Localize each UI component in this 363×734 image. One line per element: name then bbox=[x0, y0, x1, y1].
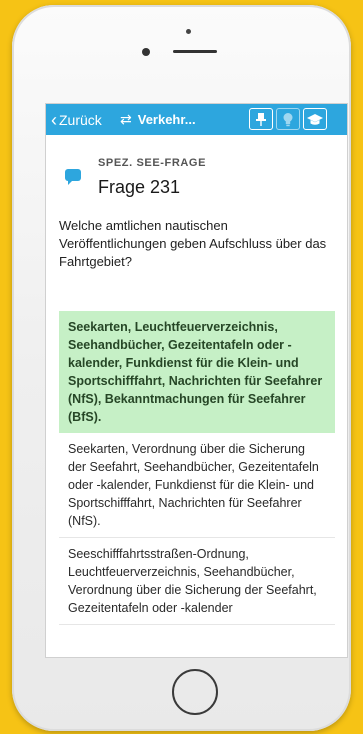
answer-option[interactable]: Seekarten, Verordnung über die Sicherung… bbox=[59, 433, 335, 538]
earpiece-speaker bbox=[173, 50, 217, 53]
nav-title-button[interactable]: ⇄ Verkehr... bbox=[120, 104, 196, 135]
speech-bubble-icon bbox=[65, 169, 81, 185]
question-number: Frage 231 bbox=[98, 177, 181, 197]
answer-option[interactable]: Seeschifffahrtsstraßen-Ordnung, Leuchtfe… bbox=[59, 538, 335, 625]
chevron-left-icon: ‹ bbox=[51, 109, 57, 130]
question-content: SPEZ. SEE-FRAGE Frage 231 Welche amtlich… bbox=[46, 135, 347, 657]
lightbulb-icon bbox=[283, 112, 293, 126]
phone-frame: ‹ Zurück ⇄ Verkehr... SPEZ. SEE-FRAGE Fr… bbox=[12, 5, 351, 731]
sensor-dot bbox=[186, 29, 191, 34]
answer-option-correct[interactable]: Seekarten, Leuchtfeuerverzeichnis, Seeha… bbox=[59, 311, 335, 433]
graduation-cap-icon bbox=[307, 113, 323, 125]
back-button[interactable]: ‹ Zurück bbox=[51, 104, 102, 135]
nav-title: Verkehr... bbox=[137, 112, 196, 127]
learn-mode-button[interactable] bbox=[303, 108, 327, 130]
home-button[interactable] bbox=[172, 669, 218, 715]
pin-button[interactable] bbox=[249, 108, 273, 130]
navigation-bar: ‹ Zurück ⇄ Verkehr... bbox=[46, 104, 347, 135]
pin-icon bbox=[256, 113, 266, 126]
app-screen: ‹ Zurück ⇄ Verkehr... SPEZ. SEE-FRAGE Fr… bbox=[45, 103, 348, 658]
back-label: Zurück bbox=[59, 111, 102, 128]
question-text: Welche amtlichen nautischen Veröffentlic… bbox=[59, 218, 327, 269]
answer-list: Seekarten, Leuchtfeuerverzeichnis, Seeha… bbox=[59, 311, 335, 625]
hint-button[interactable] bbox=[276, 108, 300, 130]
question-category: SPEZ. SEE-FRAGE bbox=[98, 157, 207, 169]
front-camera bbox=[142, 48, 150, 56]
swap-icon: ⇄ bbox=[120, 111, 132, 127]
